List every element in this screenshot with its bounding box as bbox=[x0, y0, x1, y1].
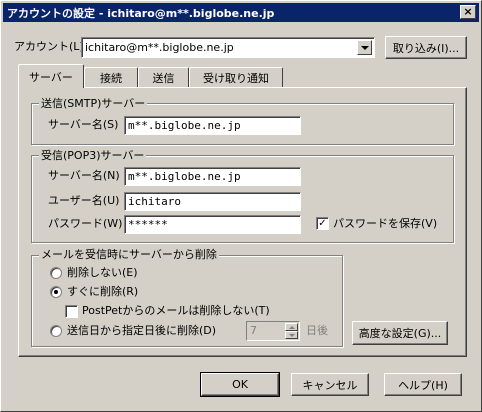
radio-delete-now[interactable] bbox=[50, 286, 62, 298]
user-name-label: ユーザー名(U) bbox=[48, 194, 120, 207]
spinner-down-button[interactable] bbox=[285, 331, 298, 339]
help-button[interactable]: ヘルプ(H) bbox=[384, 373, 462, 396]
spinner-up-button[interactable] bbox=[285, 323, 298, 331]
user-name-input[interactable]: ichitaro bbox=[124, 192, 301, 211]
radio-delete-after-days-label[interactable]: 送信日から指定日後に削除(D) bbox=[67, 324, 216, 338]
radio-delete-now-label[interactable]: すぐに削除(R) bbox=[67, 285, 138, 299]
tab-send[interactable]: 送信 bbox=[138, 67, 189, 87]
save-password-checkbox[interactable]: ✓ bbox=[316, 217, 329, 230]
password-label: パスワード(W) bbox=[48, 217, 123, 230]
close-button[interactable]: × bbox=[460, 5, 476, 19]
postpet-checkbox[interactable] bbox=[65, 305, 78, 318]
radio-no-delete[interactable] bbox=[50, 267, 62, 279]
smtp-server-label: サーバー名(S) bbox=[48, 118, 119, 131]
account-settings-dialog: アカウントの設定 - ichitaro@m**.biglobe.ne.jp × … bbox=[0, 0, 482, 412]
account-select-value: ichitaro@m**.biglobe.ne.jp bbox=[85, 41, 234, 54]
tab-connection[interactable]: 接続 bbox=[84, 67, 138, 87]
title-bar: アカウントの設定 - ichitaro@m**.biglobe.ne.jp × bbox=[3, 3, 479, 22]
password-input[interactable]: ****** bbox=[124, 215, 301, 234]
pop3-group-title: 受信(POP3)サーバー bbox=[39, 149, 147, 162]
delete-group-title: メールを受信時にサーバーから削除 bbox=[39, 248, 219, 261]
days-unit-label: 日後 bbox=[306, 324, 328, 337]
postpet-label[interactable]: PostPetからのメールは削除しない(T) bbox=[82, 304, 270, 318]
account-label: アカウント(L) bbox=[14, 40, 84, 53]
pop3-server-label: サーバー名(N) bbox=[48, 169, 120, 182]
close-icon: × bbox=[463, 5, 473, 18]
radio-no-delete-label[interactable]: 削除しない(E) bbox=[67, 266, 138, 280]
tab-server[interactable]: サーバー bbox=[18, 64, 84, 88]
spinner-buttons bbox=[285, 323, 298, 339]
check-icon: ✓ bbox=[318, 218, 327, 229]
triangle-up-icon bbox=[289, 326, 295, 329]
days-spinner-value: 7 bbox=[250, 324, 257, 337]
triangle-down-icon bbox=[289, 334, 295, 337]
ok-button[interactable]: OK bbox=[200, 372, 280, 397]
days-spinner[interactable]: 7 bbox=[246, 321, 300, 341]
window-title: アカウントの設定 - ichitaro@m**.biglobe.ne.jp bbox=[7, 6, 275, 20]
chevron-down-icon bbox=[361, 46, 369, 50]
smtp-group-title: 送信(SMTP)サーバー bbox=[39, 97, 148, 110]
cancel-button[interactable]: キャンセル bbox=[291, 373, 369, 396]
account-dropdown-button[interactable] bbox=[357, 40, 372, 55]
save-password-label[interactable]: パスワードを保存(V) bbox=[333, 217, 437, 231]
advanced-settings-button[interactable]: 高度な設定(G)... bbox=[352, 321, 448, 345]
import-button[interactable]: 取り込み(I)... bbox=[385, 36, 467, 59]
tab-receipt-notice[interactable]: 受け取り通知 bbox=[189, 67, 283, 87]
smtp-server-input[interactable]: m**.biglobe.ne.jp bbox=[124, 116, 301, 135]
account-select[interactable]: ichitaro@m**.biglobe.ne.jp bbox=[81, 37, 375, 58]
pop3-server-input[interactable]: m**.biglobe.ne.jp bbox=[124, 167, 301, 186]
radio-delete-after-days[interactable] bbox=[50, 325, 62, 337]
